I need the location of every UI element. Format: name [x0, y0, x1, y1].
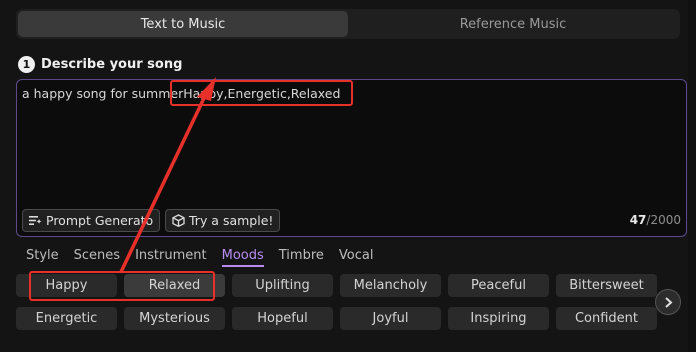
annotation-arrow-icon	[119, 77, 216, 273]
